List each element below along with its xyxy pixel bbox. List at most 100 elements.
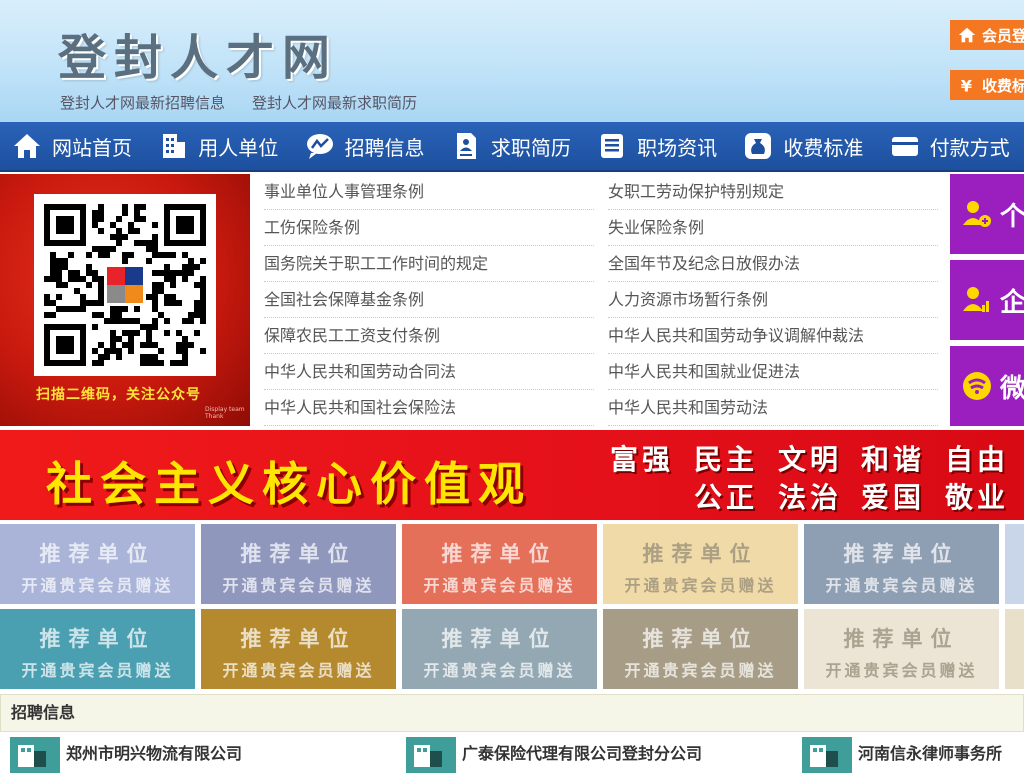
law-link[interactable]: 全国社会保障基金条例 — [264, 282, 594, 318]
law-link[interactable]: 中华人民共和国劳动法 — [608, 390, 938, 426]
recommend-tile[interactable]: 推荐单位开通贵宾会员赠送 — [402, 524, 597, 604]
qr-small-text: Display team Thank — [205, 406, 245, 420]
company-item[interactable]: 郑州市明兴物流有限公司 — [10, 736, 242, 773]
tile-title: 推荐单位 — [642, 627, 759, 651]
recommend-tile[interactable]: 推荐单位开通贵宾会员赠送 — [804, 524, 999, 604]
value-word: 富强 — [610, 443, 675, 476]
law-link[interactable]: 失业保险条例 — [608, 210, 938, 246]
core-values-banner: 社会主义核心价值观 富强 民主 文明 和谐 自由 公正 法治 爱国 敬业 — [0, 430, 1024, 520]
fee-button[interactable]: ¥ 收费标 — [950, 70, 1024, 100]
nav-home[interactable]: 网站首页 — [0, 121, 146, 171]
value-word: 文明 — [778, 443, 843, 476]
law-link[interactable]: 人力资源市场暂行条例 — [608, 282, 938, 318]
law-link[interactable]: 工伤保险条例 — [264, 210, 594, 246]
tile-subtitle: 开通贵宾会员赠送 — [423, 576, 576, 595]
site-title[interactable]: 登封人才网 — [58, 18, 338, 88]
law-link[interactable]: 保障农民工工资支付条例 — [264, 318, 594, 354]
side-label: 微 — [1000, 373, 1024, 404]
recommend-tile[interactable]: 推荐单位开通贵宾会员赠送 — [201, 524, 396, 604]
company-item[interactable]: 河南信永律师事务所 — [802, 736, 1002, 773]
recommend-tile[interactable]: 推荐单位开通贵宾会员赠送 — [201, 609, 396, 689]
law-link[interactable]: 事业单位人事管理条例 — [264, 174, 594, 210]
nav-jobs[interactable]: 招聘信息 — [293, 121, 439, 171]
wechat-icon — [963, 372, 991, 400]
nav-label: 用人单位 — [198, 135, 279, 160]
recommend-tile[interactable]: 推荐单位开通贵宾会员赠送 — [0, 524, 195, 604]
company-item[interactable]: 广泰保险代理有限公司登封分公司 — [406, 736, 703, 773]
company-name: 广泰保险代理有限公司登封分公司 — [462, 744, 703, 763]
tile-subtitle: 开通贵宾会员赠送 — [21, 661, 174, 680]
building-icon — [163, 134, 186, 158]
nav-label: 网站首页 — [52, 135, 132, 160]
card-icon — [891, 137, 918, 156]
recommend-tile-partial[interactable] — [1005, 524, 1024, 604]
news-icon — [601, 134, 624, 158]
value-word: 爱国 — [861, 481, 926, 514]
value-word: 敬业 — [945, 481, 1010, 514]
member-login-label: 会员登 — [982, 26, 1024, 45]
law-link[interactable]: 中华人民共和国社会保险法 — [264, 390, 594, 426]
main-nav: 网站首页 用人单位 招聘信息 求职简历 职场资讯 收费标准 付款方式 — [0, 122, 1024, 172]
user-add-icon — [963, 201, 991, 227]
nav-label: 求职简历 — [490, 135, 571, 160]
side-personal-button[interactable]: 个 — [950, 174, 1024, 254]
tile-subtitle: 开通贵宾会员赠送 — [21, 576, 174, 595]
law-link[interactable]: 中华人民共和国劳动合同法 — [264, 354, 594, 390]
nav-news[interactable]: 职场资讯 — [585, 121, 731, 171]
yen-icon: ¥ — [961, 76, 973, 94]
tile-title: 推荐单位 — [240, 627, 357, 651]
recommend-tile-partial[interactable] — [1005, 609, 1024, 689]
qr-caption: 扫描二维码，关注公众号 — [36, 387, 201, 403]
tile-subtitle: 开通贵宾会员赠送 — [624, 661, 777, 680]
recommend-tile[interactable]: 推荐单位 开通贵宾会员赠送 — [804, 609, 999, 689]
nav-resumes[interactable]: 求职简历 — [439, 121, 585, 171]
side-wechat-button[interactable]: 微 — [950, 346, 1024, 426]
side-label: 个 — [1000, 201, 1024, 232]
resume-icon — [456, 133, 476, 159]
tile-subtitle: 开通贵宾会员赠送 — [624, 576, 777, 595]
latest-resumes-link[interactable]: 登封人才网最新求职简历 — [252, 92, 417, 113]
tile-title: 推荐单位 — [39, 627, 156, 651]
chart-bubble-icon — [306, 134, 333, 159]
tile-subtitle: 开通贵宾会员赠送 — [222, 661, 375, 680]
law-link[interactable]: 全国年节及纪念日放假办法 — [608, 246, 938, 282]
site-header: 登封人才网 登封人才网最新招聘信息 登封人才网最新求职简历 会员登 ¥ 收费标 — [0, 0, 1024, 122]
svg-text:¥: ¥ — [961, 76, 973, 94]
member-login-button[interactable]: 会员登 — [950, 20, 1024, 50]
tile-title: 推荐单位 — [441, 542, 558, 566]
user-chart-icon — [963, 287, 989, 312]
recommend-tile[interactable]: 推荐单位开通贵宾会员赠送 — [603, 524, 798, 604]
value-word: 公正 — [694, 481, 759, 514]
nav-payment[interactable]: 付款方式 — [878, 121, 1024, 171]
law-link[interactable]: 中华人民共和国劳动争议调解仲裁法 — [608, 318, 938, 354]
tile-title: 推荐单位 — [642, 542, 759, 566]
law-link[interactable]: 国务院关于职工工作时间的规定 — [264, 246, 594, 282]
home-icon — [14, 134, 40, 158]
tile-subtitle: 开通贵宾会员赠送 — [825, 576, 978, 595]
value-word: 和谐 — [861, 443, 926, 476]
nav-label: 收费标准 — [783, 135, 864, 160]
home-icon — [958, 27, 976, 43]
nav-label: 职场资讯 — [637, 135, 718, 160]
tile-subtitle: 开通贵宾会员赠送 — [222, 576, 375, 595]
side-enterprise-button[interactable]: 企 — [950, 260, 1024, 340]
value-word: 民主 — [694, 443, 759, 476]
value-word: 法治 — [778, 481, 843, 514]
tile-title: 推荐单位 — [843, 542, 960, 566]
recommend-tile[interactable]: 推荐单位开通贵宾会员赠送 — [603, 609, 798, 689]
tile-subtitle: 开通贵宾会员赠送 — [423, 661, 576, 680]
latest-jobs-link[interactable]: 登封人才网最新招聘信息 — [60, 92, 225, 113]
law-link[interactable]: 中华人民共和国就业促进法 — [608, 354, 938, 390]
qr-banner: 扫描二维码，关注公众号 Display team Thank — [0, 174, 250, 426]
tile-title: 推荐单位 — [240, 542, 357, 566]
nav-fees[interactable]: 收费标准 — [731, 121, 877, 171]
tile-title: 推荐单位 — [441, 627, 558, 651]
tile-title: 推荐单位 — [39, 542, 156, 566]
qr-code — [34, 194, 216, 376]
nav-label: 招聘信息 — [344, 135, 425, 160]
recommend-tile[interactable]: 推荐单位开通贵宾会员赠送 — [0, 609, 195, 689]
recommend-tile[interactable]: 推荐单位开通贵宾会员赠送 — [402, 609, 597, 689]
nav-employers[interactable]: 用人单位 — [146, 121, 292, 171]
law-link[interactable]: 女职工劳动保护特别规定 — [608, 174, 938, 210]
tile-title: 推荐单位 — [843, 627, 960, 651]
